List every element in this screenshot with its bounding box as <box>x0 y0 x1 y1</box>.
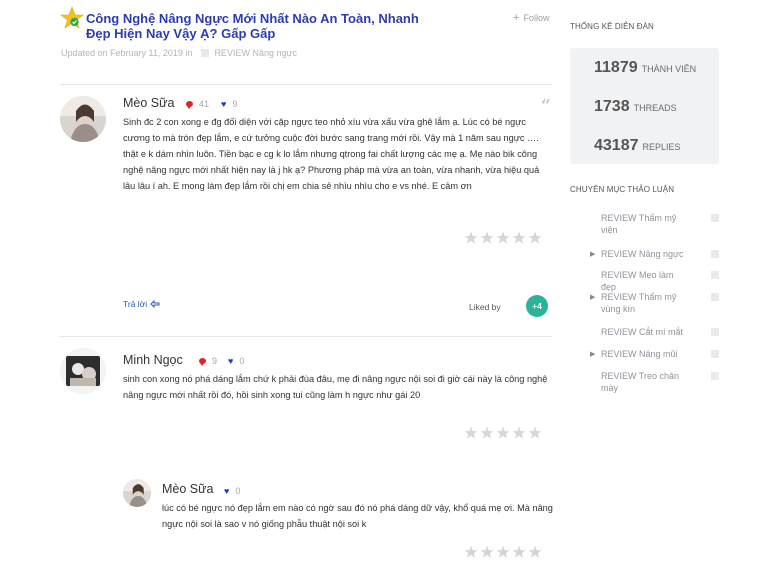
stat-members-label: Thành viên <box>641 64 697 74</box>
category-checkbox[interactable] <box>711 293 719 301</box>
category-label: REVIEW Treo chân mày <box>601 371 680 393</box>
post-divider <box>60 336 552 337</box>
like-count: ♥ 0 <box>224 486 240 496</box>
rating-stars[interactable] <box>464 231 542 245</box>
follow-label: Follow <box>523 13 550 23</box>
like-count: ♥ 9 <box>221 99 237 109</box>
stats-heading: Thống kê diễn đàn <box>570 22 654 31</box>
stat-replies: 43187 Replies <box>594 137 681 155</box>
liked-by-count-badge[interactable]: +4 <box>526 295 548 317</box>
category-checkbox[interactable] <box>711 350 719 358</box>
category-checkbox[interactable] <box>711 271 719 279</box>
stat-members-value: 11879 <box>594 59 638 76</box>
thread-main: Công Nghệ Nâng Ngực Mới Nhất Nào An Toàn… <box>0 0 555 569</box>
star-icon[interactable] <box>528 426 542 440</box>
category-item[interactable]: ▶ REVIEW Thẩm mỹ vùng kín <box>588 291 720 315</box>
expand-arrow-icon[interactable]: ▶ <box>590 249 595 261</box>
thread-meta: Updated on February 11, 2019 in REVIEW N… <box>61 48 297 58</box>
like-count: ♥ 0 <box>228 356 244 366</box>
stat-threads-value: 1738 <box>594 98 630 115</box>
stat-threads: 1738 Threads <box>594 98 677 116</box>
stat-members: 11879 Thành viên <box>594 59 696 77</box>
star-icon[interactable] <box>480 231 494 245</box>
liked-by-label: Liked by <box>469 302 501 312</box>
plus-icon: + <box>513 12 520 24</box>
post-body: Sinh đc 2 con xong e đg đối diện với cặp… <box>123 117 540 191</box>
category-item[interactable]: REVIEW Treo chân mày <box>588 370 720 394</box>
comment-bubble-icon <box>186 101 193 109</box>
category-label: REVIEW Mẹo làm đẹp <box>601 270 674 292</box>
star-icon[interactable] <box>512 545 526 559</box>
stat-threads-label: Threads <box>633 103 677 113</box>
categories-heading: Chuyên mục thảo luận <box>570 185 675 194</box>
star-icon[interactable] <box>464 426 478 440</box>
post-body: sinh con xong nó phá dáng lắm chứ k phải… <box>123 374 548 400</box>
sidebar: Thống kê diễn đàn 11879 Thành viên 1738 … <box>570 0 720 569</box>
star-icon[interactable] <box>528 545 542 559</box>
comment-bubble-icon <box>199 358 206 366</box>
star-icon[interactable] <box>512 426 526 440</box>
forum-stats-box: 11879 Thành viên 1738 Threads 43187 Repl… <box>570 48 719 164</box>
post-body: lúc có bé ngực nó đẹp lắm em nào có ngờ … <box>162 503 553 529</box>
comment-count-value: 9 <box>212 356 218 366</box>
category-checkbox[interactable] <box>711 250 719 258</box>
category-label: REVIEW Nâng ngực <box>601 249 684 259</box>
header-divider <box>60 84 552 85</box>
category-item[interactable]: ▶ REVIEW Nâng ngực <box>588 248 720 260</box>
star-icon[interactable] <box>480 545 494 559</box>
updated-text: Updated on February 11, 2019 in <box>61 48 193 58</box>
category-checkbox[interactable] <box>711 372 719 380</box>
rating-stars[interactable] <box>464 545 542 559</box>
post-author[interactable]: Mèo Sữa <box>162 482 213 496</box>
star-icon[interactable] <box>496 426 510 440</box>
star-icon[interactable] <box>480 426 494 440</box>
expand-arrow-icon[interactable]: ▶ <box>590 349 595 361</box>
like-count-value: 9 <box>232 99 238 109</box>
category-item[interactable]: REVIEW Thẩm mỹ viện <box>588 212 720 236</box>
category-item[interactable]: REVIEW Mẹo làm đẹp <box>588 269 720 293</box>
heart-icon: ♥ <box>224 485 230 496</box>
star-icon[interactable] <box>464 545 478 559</box>
category-label: REVIEW Thẩm mỹ vùng kín <box>601 292 677 314</box>
comment-count-value: 41 <box>199 99 210 109</box>
post-author[interactable]: Mèo Sữa <box>123 96 174 110</box>
category-icon <box>201 49 210 57</box>
thread-title: Công Nghệ Nâng Ngực Mới Nhất Nào An Toàn… <box>86 11 419 41</box>
comment-count: 9 <box>199 356 217 366</box>
star-icon[interactable] <box>496 231 510 245</box>
category-item[interactable]: ▶ REVIEW Nâng mũi <box>588 348 720 360</box>
reply-button[interactable]: Trả lời <box>123 299 160 309</box>
reply-icon <box>150 300 160 308</box>
like-count-value: 0 <box>235 486 241 496</box>
category-checkbox[interactable] <box>711 328 719 336</box>
reply-label: Trả lời <box>123 299 148 309</box>
avatar[interactable] <box>60 96 106 142</box>
category-label: REVIEW Nâng mũi <box>601 349 678 359</box>
category-label: REVIEW Thẩm mỹ viện <box>601 213 677 235</box>
comment-count: 41 <box>186 99 209 109</box>
star-icon[interactable] <box>464 231 478 245</box>
category-item[interactable]: REVIEW Cắt mí mắt <box>588 326 720 338</box>
rating-stars[interactable] <box>464 426 542 440</box>
star-icon[interactable] <box>528 231 542 245</box>
featured-star-icon <box>60 6 84 29</box>
star-icon[interactable] <box>496 545 510 559</box>
like-count-value: 0 <box>239 356 245 366</box>
category-checkbox[interactable] <box>711 214 719 222</box>
expand-arrow-icon[interactable]: ▶ <box>590 292 595 304</box>
heart-icon: ♥ <box>221 98 227 109</box>
avatar[interactable] <box>60 348 106 394</box>
thread-category-link[interactable]: REVIEW Nâng ngực <box>214 48 297 58</box>
star-icon[interactable] <box>512 231 526 245</box>
avatar[interactable] <box>123 479 151 507</box>
stat-replies-value: 43187 <box>594 137 639 154</box>
category-label: REVIEW Cắt mí mắt <box>601 327 684 337</box>
follow-button[interactable]: + Follow <box>513 12 549 24</box>
post-author[interactable]: Minh Ngọc <box>123 353 183 367</box>
heart-icon: ♥ <box>228 355 234 366</box>
stat-replies-label: Replies <box>642 142 681 152</box>
quote-icon[interactable]: “ <box>541 96 551 116</box>
